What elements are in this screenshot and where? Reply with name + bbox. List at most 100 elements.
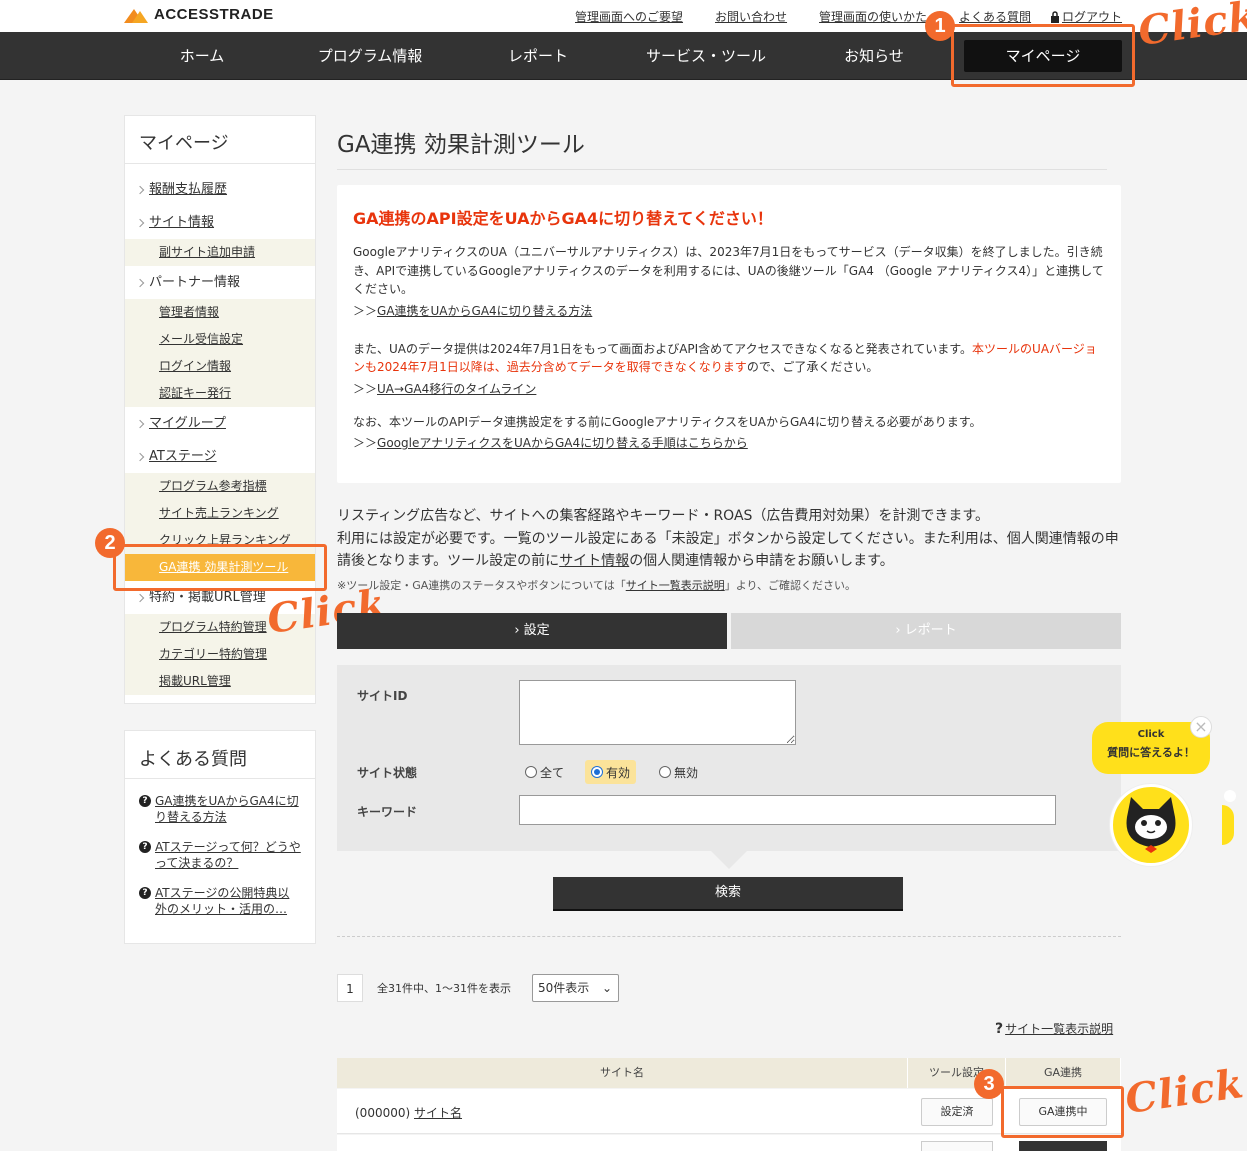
tool-settings-button[interactable] (921, 1141, 993, 1151)
intro-line-2: 利用には設定が必要です。一覧のツール設定にある「未設定」ボタンから設定してくださ… (337, 530, 1119, 570)
tab-report[interactable]: › レポート (731, 613, 1121, 649)
sidebar-item-site-info[interactable]: サイト情報 (125, 206, 315, 239)
faq-panel: よくある質問 ? GA連携をUAからGA4に切り替える方法 ? ATステージって何？… (124, 730, 316, 944)
link-prefix: ＞＞ (353, 303, 378, 318)
notice-box: GA連携のAPI設定をUAからGA4に切り替えてください！ Googleアナリテ… (337, 185, 1121, 483)
pagination-info: 全31件中、1～31件を表示 (377, 982, 511, 995)
sidebar-item-partner-info: パートナー情報 (125, 266, 315, 299)
cat-mascot-icon (1126, 797, 1176, 853)
sidebar-item-sales-ranking[interactable]: サイト売上ランキング (125, 500, 315, 527)
status-radio-active[interactable]: 有効 (585, 760, 637, 784)
annotation-number-1: 1 (925, 11, 955, 41)
status-radio-all[interactable]: 全て (519, 760, 570, 784)
nav-reports[interactable]: レポート (454, 32, 622, 80)
notice-link-ga4-steps[interactable]: GoogleアナリティクスをUAからGA4に切り替える手順はこちらから (377, 436, 748, 450)
close-icon[interactable]: × (1190, 716, 1212, 738)
site-name-link[interactable]: サイト名 (414, 1106, 462, 1120)
logo[interactable]: ACCESSTRADE (124, 6, 274, 23)
faq-title: よくある質問 (125, 731, 315, 779)
nav-home[interactable]: ホーム (118, 32, 286, 80)
faq-item[interactable]: ? ATステージの公開特典以外のメリット・活用の… (125, 885, 315, 917)
sidebar-item-mail-settings[interactable]: メール受信設定 (125, 326, 315, 353)
intro-line-1: リスティング広告など、サイトへの集客経路やキーワード・ROAS（広告費用対効果）… (337, 508, 990, 524)
intro-text: リスティング広告など、サイトへの集客経路やキーワード・ROAS（広告費用対効果）… (337, 505, 1127, 573)
radio-dot (659, 766, 671, 778)
annotation-number-2: 2 (95, 528, 125, 558)
chevron-down-icon: ⌄ (601, 981, 612, 995)
annotation-click-3: Click (1122, 1059, 1247, 1124)
faq-item-label: GA連携をUAからGA4に切り替える方法 (155, 794, 299, 824)
toplink-request[interactable]: 管理画面へのご要望 (575, 8, 683, 25)
toplink-faq[interactable]: よくある質問 (959, 8, 1031, 25)
sidebar-item-payment-history[interactable]: 報酬支払履歴 (125, 173, 315, 206)
logo-mark-icon (124, 8, 148, 23)
page-number[interactable]: 1 (337, 974, 363, 1002)
chat-edge-dot (1224, 790, 1236, 802)
site-list-help-link[interactable]: サイト一覧表示説明 (626, 579, 725, 592)
site-cell: (000000) サイト名 (355, 1104, 462, 1121)
site-info-link[interactable]: サイト情報 (559, 553, 629, 569)
chat-line-2: 質問に答えるよ！ (1107, 746, 1195, 759)
question-icon: ? (139, 887, 151, 899)
notice-link-switch-method[interactable]: GA連携をUAからGA4に切り替える方法 (377, 304, 592, 318)
notice-heading: GA連携のAPI設定をUAからGA4に切り替えてください！ (353, 209, 773, 228)
site-id-input[interactable] (519, 680, 796, 745)
question-icon: ? (139, 795, 151, 807)
notice-link-timeline[interactable]: UA→GA4移行のタイムライン (377, 382, 536, 396)
sidebar-item-my-group[interactable]: マイグループ (125, 407, 315, 440)
site-id-value: (000000) (355, 1106, 411, 1120)
sidebar-item-at-stage[interactable]: ATステージ (125, 440, 315, 473)
tool-settings-button[interactable]: 設定済 (921, 1098, 993, 1126)
help-link[interactable]: ? サイト一覧表示説明 (995, 1020, 1113, 1037)
lock-icon (1051, 10, 1059, 23)
sidebar-item-program-metrics[interactable]: プログラム参考指標 (125, 473, 315, 500)
annotation-box-3 (1001, 1086, 1124, 1138)
radio-label: 無効 (674, 765, 699, 780)
question-icon: ? (139, 841, 151, 853)
per-page-select[interactable]: 50件表示 ⌄ (532, 974, 619, 1002)
toplink-contact[interactable]: お問い合わせ (715, 8, 787, 25)
keyword-input[interactable] (519, 795, 1056, 825)
sidebar-item-auth-key[interactable]: 認証キー発行 (125, 380, 315, 407)
status-radio-inactive[interactable]: 無効 (653, 760, 704, 784)
sidebar-item-admin-info[interactable]: 管理者情報 (125, 299, 315, 326)
faq-item[interactable]: ? GA連携をUAからGA4に切り替える方法 (125, 793, 315, 825)
logout-label: ログアウト (1062, 10, 1123, 24)
chat-avatar[interactable] (1110, 784, 1192, 866)
search-form: サイトID サイト状態 全て 有効 無効 キーワード (337, 665, 1121, 851)
annotation-box-2 (113, 544, 327, 591)
tab-settings[interactable]: › 設定 (337, 613, 727, 649)
col-site-name: サイト名 (337, 1058, 908, 1088)
page-title: GA連携 効果計測ツール (337, 125, 1107, 170)
sidebar-item-category-special[interactable]: カテゴリー特約管理 (125, 641, 315, 668)
col-ga-link: GA連携 (1006, 1058, 1121, 1088)
annotation-number-3: 3 (974, 1069, 1004, 1099)
radio-label: 有効 (606, 765, 631, 780)
notice-paragraph-3: なお、本ツールのAPIデータ連携設定をする前にGoogleアナリティクスをUAか… (353, 414, 982, 429)
divider (337, 936, 1121, 937)
logout-link[interactable]: ログアウト (1050, 8, 1122, 25)
search-button[interactable]: 検索 (553, 877, 903, 909)
intro-note: ※ツール設定・GA連携のステータスやボタンについては「サイト一覧表示説明」より、… (337, 579, 857, 592)
nav-services[interactable]: サービス・ツール (622, 32, 790, 80)
nav-programs[interactable]: プログラム情報 (286, 32, 454, 80)
question-icon: ? (995, 1020, 1004, 1037)
sidebar-item-sub-site[interactable]: 副サイト追加申請 (125, 239, 315, 266)
radio-label: 全て (540, 765, 565, 780)
faq-item[interactable]: ? ATステージって何？どうやって決まるの？ (125, 839, 315, 871)
annotation-box-1 (951, 24, 1135, 87)
notice-paragraph-1: GoogleアナリティクスのUA（ユニバーサルアナリティクス）は、2023年7月… (353, 245, 1104, 296)
logo-text: ACCESSTRADE (154, 6, 274, 23)
help-link-label: サイト一覧表示説明 (1005, 1022, 1114, 1036)
sidebar-item-login-info[interactable]: ログイン情報 (125, 353, 315, 380)
keyword-label: キーワード (357, 805, 418, 819)
faq-item-label: ATステージの公開特典以外のメリット・活用の… (155, 886, 290, 916)
toplink-howto[interactable]: 管理画面の使いかた (819, 8, 927, 25)
radio-dot (591, 766, 603, 778)
form-arrow (711, 851, 747, 869)
site-id-label: サイトID (357, 689, 408, 703)
faq-item-label: ATステージって何？どうやって決まるの？ (155, 840, 301, 870)
sidebar-item-url-list[interactable]: 掲載URL管理 (125, 668, 315, 695)
site-status-label: サイト状態 (357, 766, 418, 780)
ga-link-button[interactable] (1019, 1141, 1107, 1151)
